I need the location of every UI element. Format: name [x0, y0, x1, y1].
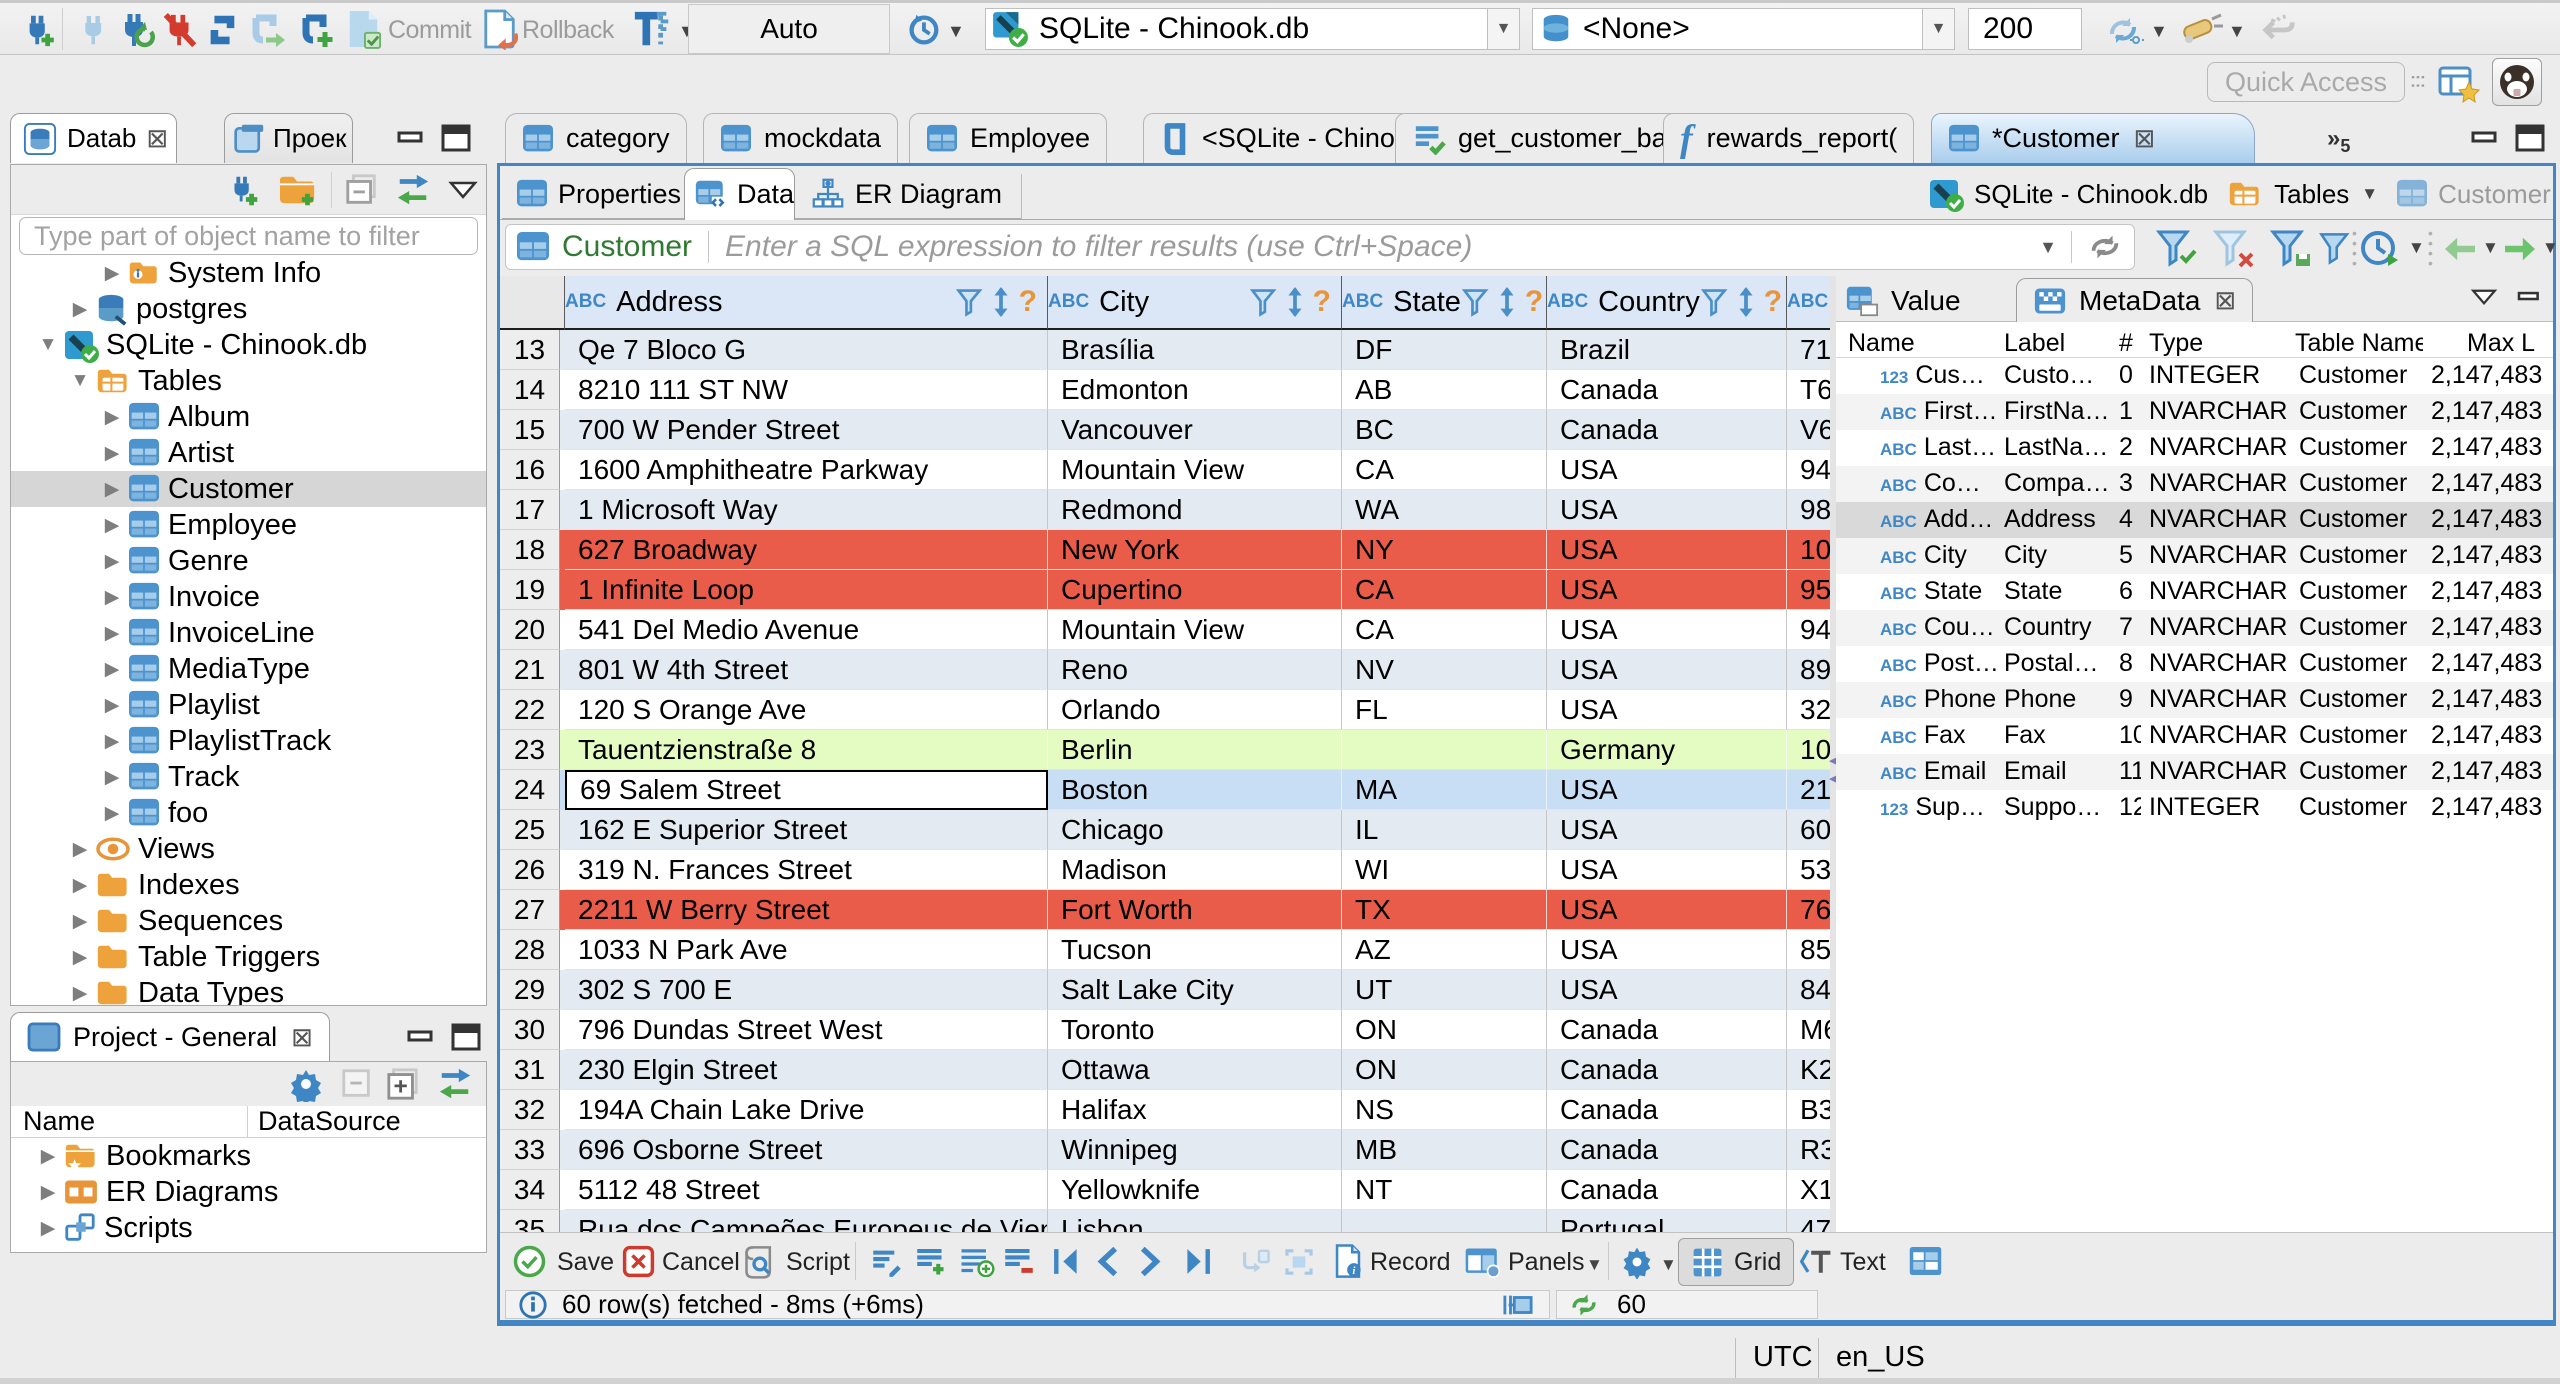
svg-text:i: i	[1352, 1265, 1355, 1277]
